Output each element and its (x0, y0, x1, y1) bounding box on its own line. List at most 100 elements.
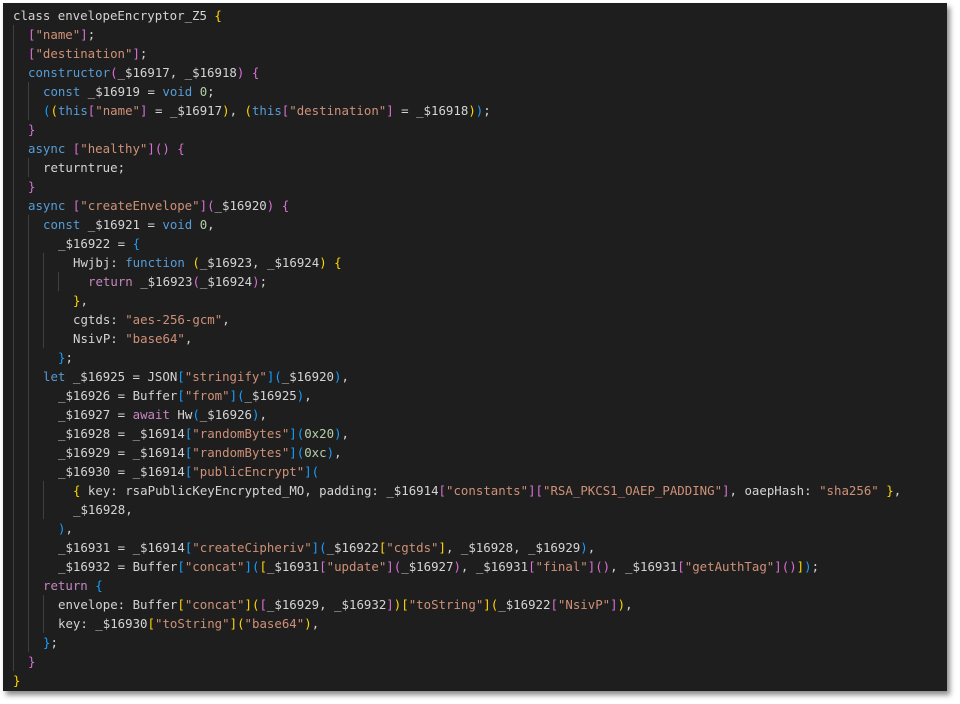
code-token: [ (677, 559, 685, 574)
indent-guide (28, 500, 43, 519)
code-token: _$16927 = (58, 407, 133, 422)
code-token: [ (535, 483, 544, 498)
code-token: , (311, 616, 320, 631)
code-token: this (251, 103, 282, 118)
code-token: "createCipheriv" (192, 540, 312, 555)
code-token: [ (177, 369, 185, 384)
code-token: ( (192, 407, 200, 422)
code-token: ] (386, 103, 394, 118)
code-token: [ (177, 388, 185, 403)
indent-guide (28, 82, 43, 101)
indent-guide (13, 462, 28, 481)
code-token: ] (132, 46, 140, 61)
indent-guide (28, 519, 43, 538)
indent-guide (58, 272, 73, 291)
code-token: "healthy" (80, 141, 148, 156)
code-line: } (13, 120, 947, 139)
code-token: _$16923 (132, 274, 193, 289)
code-token: "from" (184, 388, 230, 403)
code-token: async (28, 141, 66, 156)
code-line: envelope: Buffer["concat"]([_$16929, _$1… (13, 595, 947, 614)
code-token: "final" (535, 559, 588, 574)
indent-guide (13, 139, 28, 158)
indent-guide (28, 633, 43, 652)
code-token: ) (252, 274, 260, 289)
code-token: ; (65, 350, 73, 365)
code-token: ] (289, 445, 297, 460)
code-token: { (334, 255, 342, 270)
indent-guide (28, 595, 43, 614)
code-line: _$16926 = Buffer["from"](_$16925), (13, 386, 947, 405)
code-token: "aes-256-gcm" (125, 312, 223, 327)
code-line: ["destination"]; (13, 44, 947, 63)
code-line: constructor(_$16917, _$16918) { (13, 63, 947, 82)
code-line: } (13, 177, 947, 196)
code-line: async ["createEnvelope"](_$16920) { (13, 196, 947, 215)
code-token: , (334, 445, 342, 460)
code-token: _$16932 = Buffer (58, 559, 178, 574)
code-line: let _$16925 = JSON["stringify"](_$16920)… (13, 367, 947, 386)
code-token: , (80, 293, 88, 308)
code-token: 0xc (304, 445, 327, 460)
code-token: const (43, 217, 81, 232)
code-token: "constants" (446, 483, 529, 498)
indent-guide (28, 538, 43, 557)
code-token: _$16927 (401, 559, 454, 574)
code-token: "base64" (125, 331, 185, 346)
code-line: }, (13, 291, 947, 310)
code-token: ( (192, 274, 200, 289)
indent-guide (13, 595, 28, 614)
indent-guide (43, 329, 58, 348)
code-token: ) (304, 616, 312, 631)
code-line: _$16931 = _$16914["createCipheriv"](_$16… (13, 538, 947, 557)
indent-guide (43, 291, 58, 310)
indent-guide (13, 633, 28, 652)
indent-guide (13, 234, 28, 253)
code-token: ( (274, 369, 282, 384)
code-token: ) (326, 445, 335, 460)
code-token: key: _$16930 (58, 616, 148, 631)
code-token: ; (139, 46, 148, 61)
code-token: "base64" (244, 616, 305, 631)
code-area[interactable]: class envelopeEncryptor_Z5 {["name"]; ["d… (13, 6, 947, 690)
code-token: , (229, 103, 245, 118)
code-token: [ (259, 559, 267, 574)
code-token: void (162, 217, 193, 232)
indent-guide (13, 177, 28, 196)
indent-guide (13, 386, 28, 405)
indent-guide (28, 481, 43, 500)
code-line: _$16929 = _$16914["randomBytes"](0xc), (13, 443, 947, 462)
indent-guide (28, 253, 43, 272)
code-line: _$16928 = _$16914["randomBytes"](0x20), (13, 424, 947, 443)
indent-guide (13, 44, 28, 63)
code-token: = _$16918 (393, 103, 469, 118)
code-token: ( (237, 388, 245, 403)
indent-guide (43, 310, 58, 329)
code-token: ( (110, 65, 118, 80)
indent-guide (13, 215, 28, 234)
code-line: async ["healthy"]() { (13, 139, 947, 158)
code-line: _$16922 = { (13, 234, 947, 253)
indent-guide (43, 272, 58, 291)
code-token: ; (87, 27, 96, 42)
code-line: }; (13, 633, 947, 652)
code-token: function (125, 255, 185, 270)
code-token: { (132, 236, 141, 251)
code-token: _$16930 = _$16914 (58, 464, 185, 479)
code-line: } (13, 652, 947, 671)
code-token: ) (617, 597, 626, 612)
code-line: { key: rsaPublicKeyEncrypted_MO, padding… (13, 481, 947, 500)
code-line: cgtds: "aes-256-gcm", (13, 310, 947, 329)
indent-guide (43, 595, 58, 614)
code-token: "destination" (289, 103, 387, 118)
code-token: , oaepHash: (729, 483, 820, 498)
code-token: [ (401, 597, 409, 612)
code-token: ) (453, 559, 461, 574)
code-token: _$16920 (281, 369, 334, 384)
code-token: , (625, 597, 633, 612)
code-token: constructor (28, 65, 111, 80)
code-token: } (28, 179, 36, 194)
